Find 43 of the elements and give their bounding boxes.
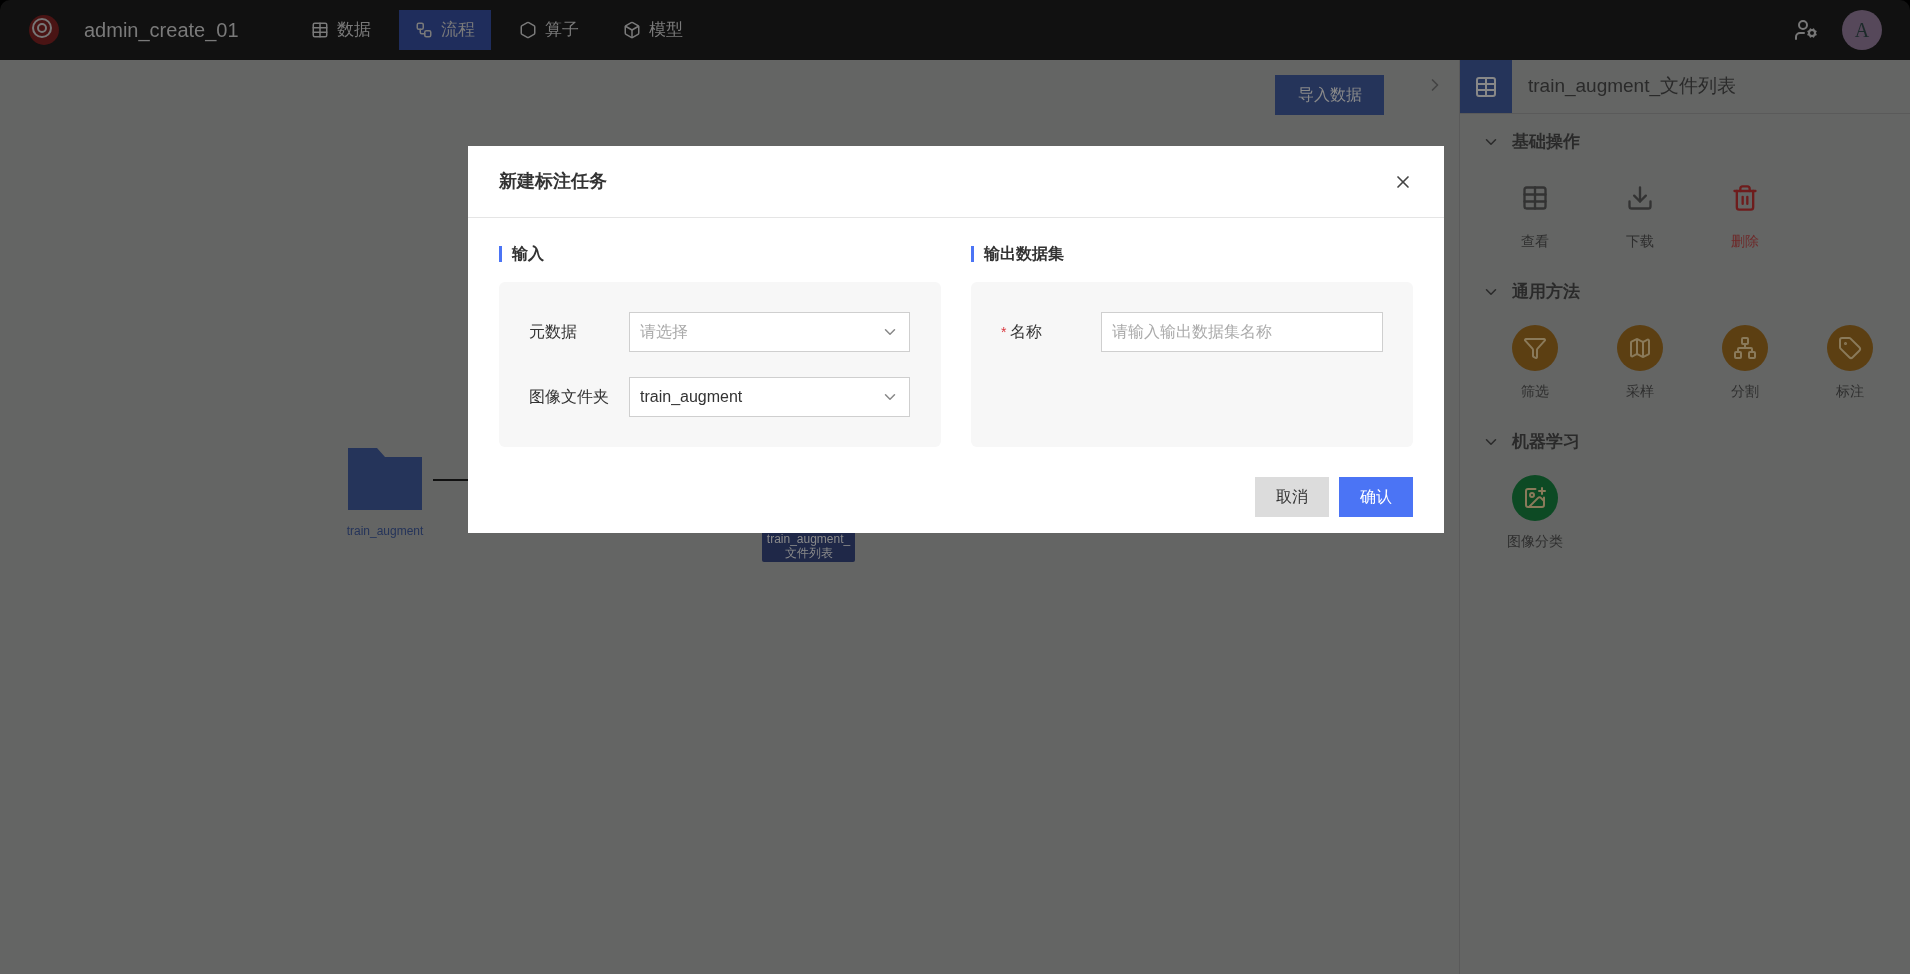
cancel-button[interactable]: 取消 (1255, 477, 1329, 517)
download-icon[interactable] (1625, 184, 1654, 212)
confirm-button[interactable]: 确认 (1339, 477, 1413, 517)
user-settings-icon[interactable] (1794, 18, 1818, 42)
dialog-title: 新建标注任务 (499, 170, 607, 193)
trash-icon[interactable] (1730, 184, 1759, 212)
section-title: 输入 (512, 244, 544, 264)
field-label: 图像文件夹 (529, 387, 609, 407)
select-field[interactable]: 请选择 (629, 312, 910, 352)
field-label: 元数据 (529, 322, 577, 342)
section-accent-bar (499, 246, 502, 262)
avatar[interactable]: A (1842, 10, 1882, 50)
table-icon (310, 21, 329, 39)
import-data-button[interactable]: 导入数据 (1275, 75, 1384, 115)
section-title: 通用方法 (1512, 281, 1580, 304)
table-icon[interactable] (1520, 184, 1549, 212)
node-label: train_augment_ (766, 532, 851, 546)
table-icon (1474, 74, 1498, 99)
tag-icon[interactable] (1826, 325, 1873, 371)
name-input-field[interactable]: 请输入输出数据集名称 (1101, 312, 1383, 352)
section-accent-bar (971, 246, 974, 262)
section-title: 基础操作 (1512, 131, 1580, 154)
required-mark: * (1001, 322, 1007, 342)
node-label: train_augment (346, 523, 424, 540)
hierarchy-icon[interactable] (1721, 325, 1768, 371)
section-title: 机器学习 (1512, 431, 1580, 454)
select-field[interactable]: train_augment (629, 377, 910, 417)
image-icon[interactable] (1511, 475, 1558, 521)
logo-icon (28, 14, 60, 46)
filter-icon[interactable] (1511, 325, 1558, 371)
node-label: 文件列表 (784, 546, 833, 560)
field-label: 名称 (1010, 322, 1043, 342)
app-title: admin_create_01 (84, 18, 239, 44)
nav-tab[interactable]: 流程 (398, 10, 491, 50)
folder-icon[interactable] (348, 448, 422, 510)
map-icon[interactable] (1616, 325, 1663, 371)
nav-tab[interactable]: 算子 (502, 10, 595, 50)
tool-label[interactable]: 删除 (1730, 231, 1759, 252)
nav-tab[interactable]: 数据 (294, 10, 387, 50)
panel-title: train_augment_文件列表 (1528, 74, 1737, 99)
nav-tab[interactable]: 模型 (606, 10, 699, 50)
flow-icon (414, 21, 433, 39)
section-title: 输出数据集 (984, 244, 1064, 264)
